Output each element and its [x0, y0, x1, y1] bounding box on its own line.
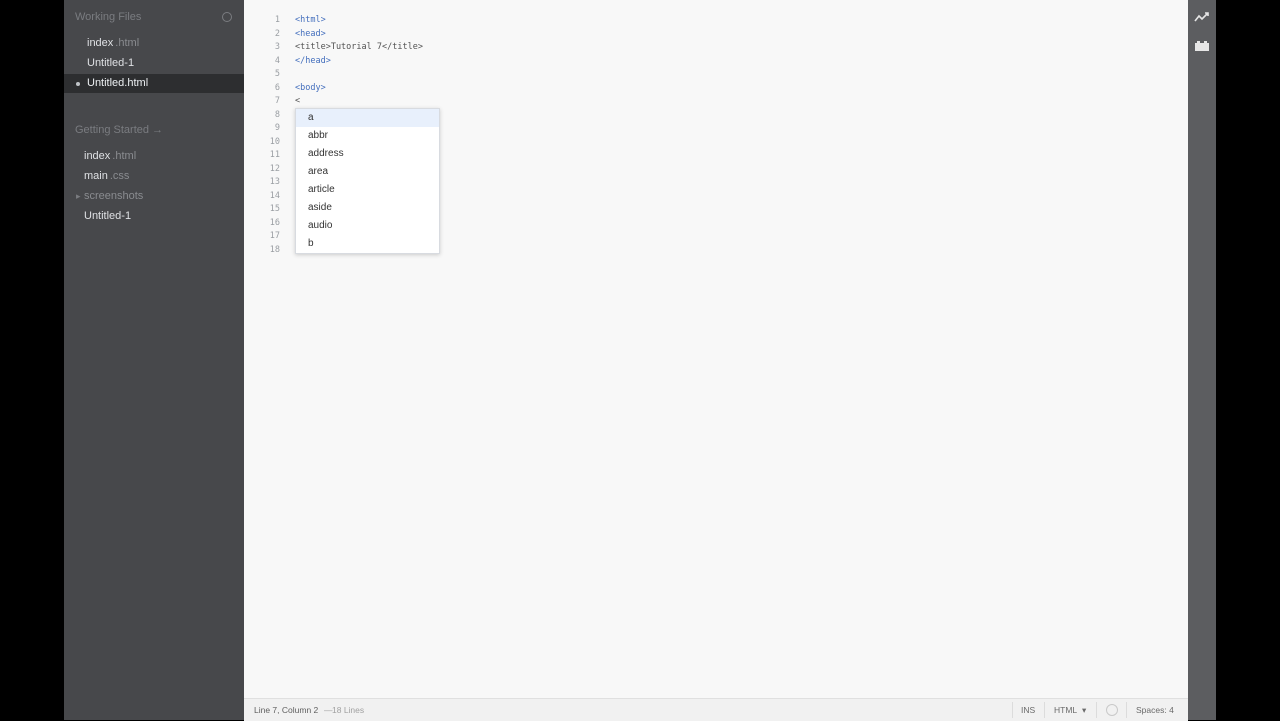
- file-name: main: [84, 170, 108, 182]
- code-line: </head>: [295, 56, 331, 66]
- hint-item[interactable]: audio: [296, 217, 439, 235]
- divider: [1126, 702, 1127, 718]
- project-dropdown[interactable]: Getting Started →: [75, 124, 163, 136]
- line-number: 13: [269, 177, 280, 187]
- hint-item[interactable]: address: [296, 145, 439, 163]
- divider: [1044, 702, 1045, 718]
- code-line: <body>: [295, 83, 326, 93]
- gear-icon[interactable]: [222, 12, 232, 22]
- close-file-icon[interactable]: [76, 82, 80, 86]
- line-number: 15: [269, 204, 280, 214]
- hint-item[interactable]: article: [296, 181, 439, 199]
- code-line: <head>: [295, 29, 326, 39]
- file-ext: .html: [115, 37, 140, 49]
- working-file-index[interactable]: index .html: [87, 34, 139, 52]
- line-number: 6: [274, 83, 280, 93]
- hint-item[interactable]: b: [296, 235, 439, 253]
- line-number: 14: [269, 191, 280, 201]
- cursor-position: Line 7, Column 2: [254, 705, 319, 715]
- file-ext: .css: [109, 170, 130, 182]
- line-number: 10: [269, 137, 280, 147]
- divider: [1096, 702, 1097, 718]
- hint-item[interactable]: a: [296, 109, 439, 127]
- code-editor[interactable]: 1 2 3 4 5 6 7 8 9 10 11 12 13 14 15 16 1…: [244, 0, 1188, 698]
- line-number: 16: [269, 218, 280, 228]
- file-name: index: [87, 37, 114, 49]
- divider: [1012, 702, 1013, 718]
- line-number: 17: [269, 231, 280, 241]
- line-number: 7: [274, 96, 280, 106]
- hint-item[interactable]: aside: [296, 199, 439, 217]
- line-number: 3: [274, 42, 280, 52]
- line-number: 4: [274, 56, 280, 66]
- code-hint-dropdown: a abbr address area article aside audio …: [295, 108, 440, 254]
- line-number: 12: [269, 164, 280, 174]
- brackets-window: Working Files index .html Untitled-1 Unti…: [64, 0, 1216, 721]
- live-preview-icon[interactable]: [1194, 11, 1210, 23]
- project-file-main[interactable]: main .css: [84, 167, 129, 185]
- line-number: 18: [269, 245, 280, 255]
- line-number: 9: [274, 123, 280, 133]
- code-line: <: [295, 96, 301, 106]
- working-file-untitled-html[interactable]: Untitled.html: [87, 74, 148, 92]
- folder-collapse-icon[interactable]: ▸: [76, 191, 81, 202]
- language-selector[interactable]: HTML: [1054, 705, 1077, 715]
- file-name: Untitled.html: [87, 77, 149, 89]
- chevron-down-icon[interactable]: ▾: [1082, 705, 1086, 716]
- line-count: 18 Lines: [332, 705, 365, 715]
- project-file-index[interactable]: index .html: [84, 147, 136, 165]
- working-files-header: Working Files: [75, 11, 142, 23]
- line-number: 1: [274, 15, 280, 25]
- working-file-untitled-1[interactable]: Untitled-1: [87, 54, 134, 72]
- hint-item[interactable]: abbr: [296, 127, 439, 145]
- file-name: Untitled-1: [87, 57, 135, 69]
- project-file-untitled-1[interactable]: Untitled-1: [84, 207, 131, 225]
- indent-spaces-toggle[interactable]: Spaces: 4: [1136, 705, 1174, 715]
- line-number: 2: [274, 29, 280, 39]
- code-line: <html>: [295, 15, 326, 25]
- sidebar: Working Files index .html Untitled-1 Unti…: [64, 0, 252, 720]
- code-line: <title>Tutorial 7</title>: [295, 42, 423, 52]
- line-number: 5: [274, 69, 280, 79]
- insert-mode-toggle[interactable]: INS: [1021, 705, 1035, 715]
- file-name: index: [84, 150, 111, 162]
- file-name: Untitled-1: [84, 210, 132, 222]
- extension-manager-icon[interactable]: [1194, 40, 1210, 52]
- folder-name: screenshots: [84, 190, 144, 202]
- status-bar: Line 7, Column 2 — 18 Lines INS HTML ▾ S…: [244, 698, 1188, 721]
- project-folder-screenshots[interactable]: screenshots: [84, 187, 143, 205]
- file-ext: .html: [112, 150, 137, 162]
- hint-item[interactable]: area: [296, 163, 439, 181]
- linting-status-icon[interactable]: [1106, 704, 1118, 716]
- line-number: 8: [274, 110, 280, 120]
- line-number: 11: [269, 150, 280, 160]
- right-toolbar: [1188, 0, 1216, 720]
